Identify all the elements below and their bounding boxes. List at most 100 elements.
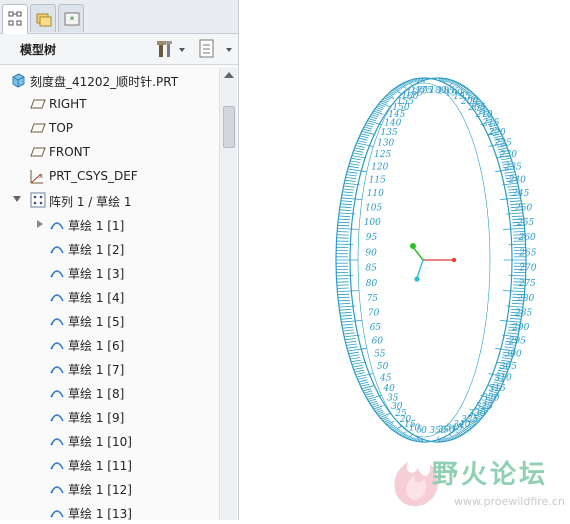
dial-tick xyxy=(337,228,359,229)
panel-title: 模型树 xyxy=(20,41,56,58)
dial-tick xyxy=(513,232,525,233)
dial-tick xyxy=(338,225,350,226)
dial-tick xyxy=(363,129,371,131)
scroll-up-arrow-icon[interactable] xyxy=(224,72,234,78)
tree-item-right[interactable]: RIGHT xyxy=(0,92,218,116)
dial-label: 245 xyxy=(511,189,529,199)
dial-tick xyxy=(342,192,353,193)
dial-tick xyxy=(341,318,352,319)
dial-label: 255 xyxy=(516,218,534,228)
dial-tick xyxy=(371,115,378,117)
tree-item-sketch[interactable]: 草绘 1 [1] xyxy=(0,212,218,236)
tree-item-front[interactable]: FRONT xyxy=(0,140,218,164)
tab-model-tree[interactable] xyxy=(2,4,28,34)
model-tree-panel: * 模型树 xyxy=(0,0,239,520)
dial-label: 75 xyxy=(367,294,379,304)
expand-down-icon[interactable] xyxy=(13,196,21,202)
dial-tick xyxy=(349,166,359,168)
tree-item-label: 草绘 1 [10] xyxy=(68,433,132,450)
scroll-thumb[interactable] xyxy=(223,106,235,148)
dial-tick xyxy=(507,186,518,187)
dial-label: 80 xyxy=(366,279,378,289)
dial-tick xyxy=(364,127,372,129)
dial-tick xyxy=(363,389,371,391)
dial-tick xyxy=(349,352,359,354)
dial-label: 290 xyxy=(511,323,529,333)
dial-tick xyxy=(345,339,356,340)
dial-tick xyxy=(339,309,351,310)
dial-tick xyxy=(340,207,352,208)
dial-tick xyxy=(372,113,379,115)
tree-item-sketch[interactable]: 草绘 1 [11] xyxy=(0,452,218,476)
dial-tick xyxy=(343,189,354,190)
dial-tick xyxy=(350,161,360,163)
dial-tick xyxy=(345,180,356,181)
dial-label: 265 xyxy=(518,248,536,258)
dial-tick xyxy=(354,151,364,153)
tab-folder-browser[interactable] xyxy=(30,4,56,32)
dial-tick xyxy=(342,195,353,196)
show-options-button[interactable] xyxy=(198,39,234,59)
tree-item-label: 草绘 1 [6] xyxy=(68,337,124,354)
tree-scrollbar[interactable] xyxy=(219,68,237,520)
list-doc-icon xyxy=(198,39,216,59)
sketch-icon xyxy=(49,504,65,520)
dial-tick xyxy=(350,358,360,360)
watermark-title: 野火论坛 xyxy=(432,454,548,491)
dial-tick xyxy=(505,347,516,348)
tree-item-top[interactable]: TOP xyxy=(0,116,218,140)
dial-label: 270 xyxy=(518,264,536,274)
tree-item-sketch[interactable]: 草绘 1 [3] xyxy=(0,260,218,284)
dial-tick xyxy=(349,355,359,357)
tree-item-sketch[interactable]: 草绘 1 [13] xyxy=(0,500,218,520)
dial-tick xyxy=(401,84,405,88)
tree-item-sketch[interactable]: 草绘 1 [5] xyxy=(0,308,218,332)
tree-item-csys[interactable]: x PRT_CSYS_DEF xyxy=(0,164,218,188)
dial-label: 125 xyxy=(374,150,391,160)
tree-item-label: TOP xyxy=(49,121,73,135)
dial-tick xyxy=(416,437,418,441)
dial-tick xyxy=(359,380,368,382)
dial-label: 50 xyxy=(377,362,389,372)
dial-tick xyxy=(339,303,351,304)
dial-tick xyxy=(366,395,374,397)
dial-tick xyxy=(356,373,365,375)
dial-tick xyxy=(351,360,361,362)
tree-item-label: 草绘 1 [1] xyxy=(68,217,124,234)
expand-right-icon[interactable] xyxy=(37,220,43,228)
tree-item-part[interactable]: 刻度盘_41202_顺时针.PRT xyxy=(0,68,218,92)
hammer-icon xyxy=(156,39,178,59)
dial-tick xyxy=(358,377,367,379)
dial-tick xyxy=(352,156,366,158)
tree-item-sketch[interactable]: 草绘 1 [2] xyxy=(0,236,218,260)
dial-tick xyxy=(366,123,374,125)
dial-label: 230 xyxy=(499,150,517,160)
dial-tick xyxy=(355,148,364,150)
dial-tick xyxy=(370,117,377,119)
dial-label: 95 xyxy=(366,233,378,243)
tree-item-sketch[interactable]: 草绘 1 [7] xyxy=(0,356,218,380)
dial-label: 40 xyxy=(382,384,395,394)
tree-item-sketch[interactable]: 草绘 1 [6] xyxy=(0,332,218,356)
datum-plane-icon xyxy=(30,96,46,112)
dial-tick xyxy=(456,84,460,88)
tree-item-sketch[interactable]: 草绘 1 [9] xyxy=(0,404,218,428)
dial-tick xyxy=(355,370,364,372)
tree-item-sketch[interactable]: 草绘 1 [4] xyxy=(0,284,218,308)
settings-tools-button[interactable] xyxy=(156,39,186,59)
sketch-icon xyxy=(49,360,65,376)
tree-item-sketch[interactable]: 草绘 1 [12] xyxy=(0,476,218,500)
tree-item-pattern[interactable]: 阵列 1 / 草绘 1 xyxy=(0,188,218,212)
dial-tick xyxy=(365,125,373,127)
dial-scale-labels: 0510152025303540455055606570758085909510… xyxy=(364,86,537,436)
dial-label: 105 xyxy=(365,204,382,214)
graphics-viewport[interactable]: 0510152025303540455055606570758085909510… xyxy=(239,0,570,520)
tree-item-sketch[interactable]: 草绘 1 [10] xyxy=(0,428,218,452)
dial-label: 355 xyxy=(429,426,446,436)
dial-label: 280 xyxy=(516,294,534,304)
tab-favorites[interactable]: * xyxy=(58,4,84,32)
sketch-icon xyxy=(49,480,65,496)
chevron-down-icon xyxy=(179,48,185,52)
dial-label: 215 xyxy=(481,119,499,129)
tree-item-sketch[interactable]: 草绘 1 [8] xyxy=(0,380,218,404)
